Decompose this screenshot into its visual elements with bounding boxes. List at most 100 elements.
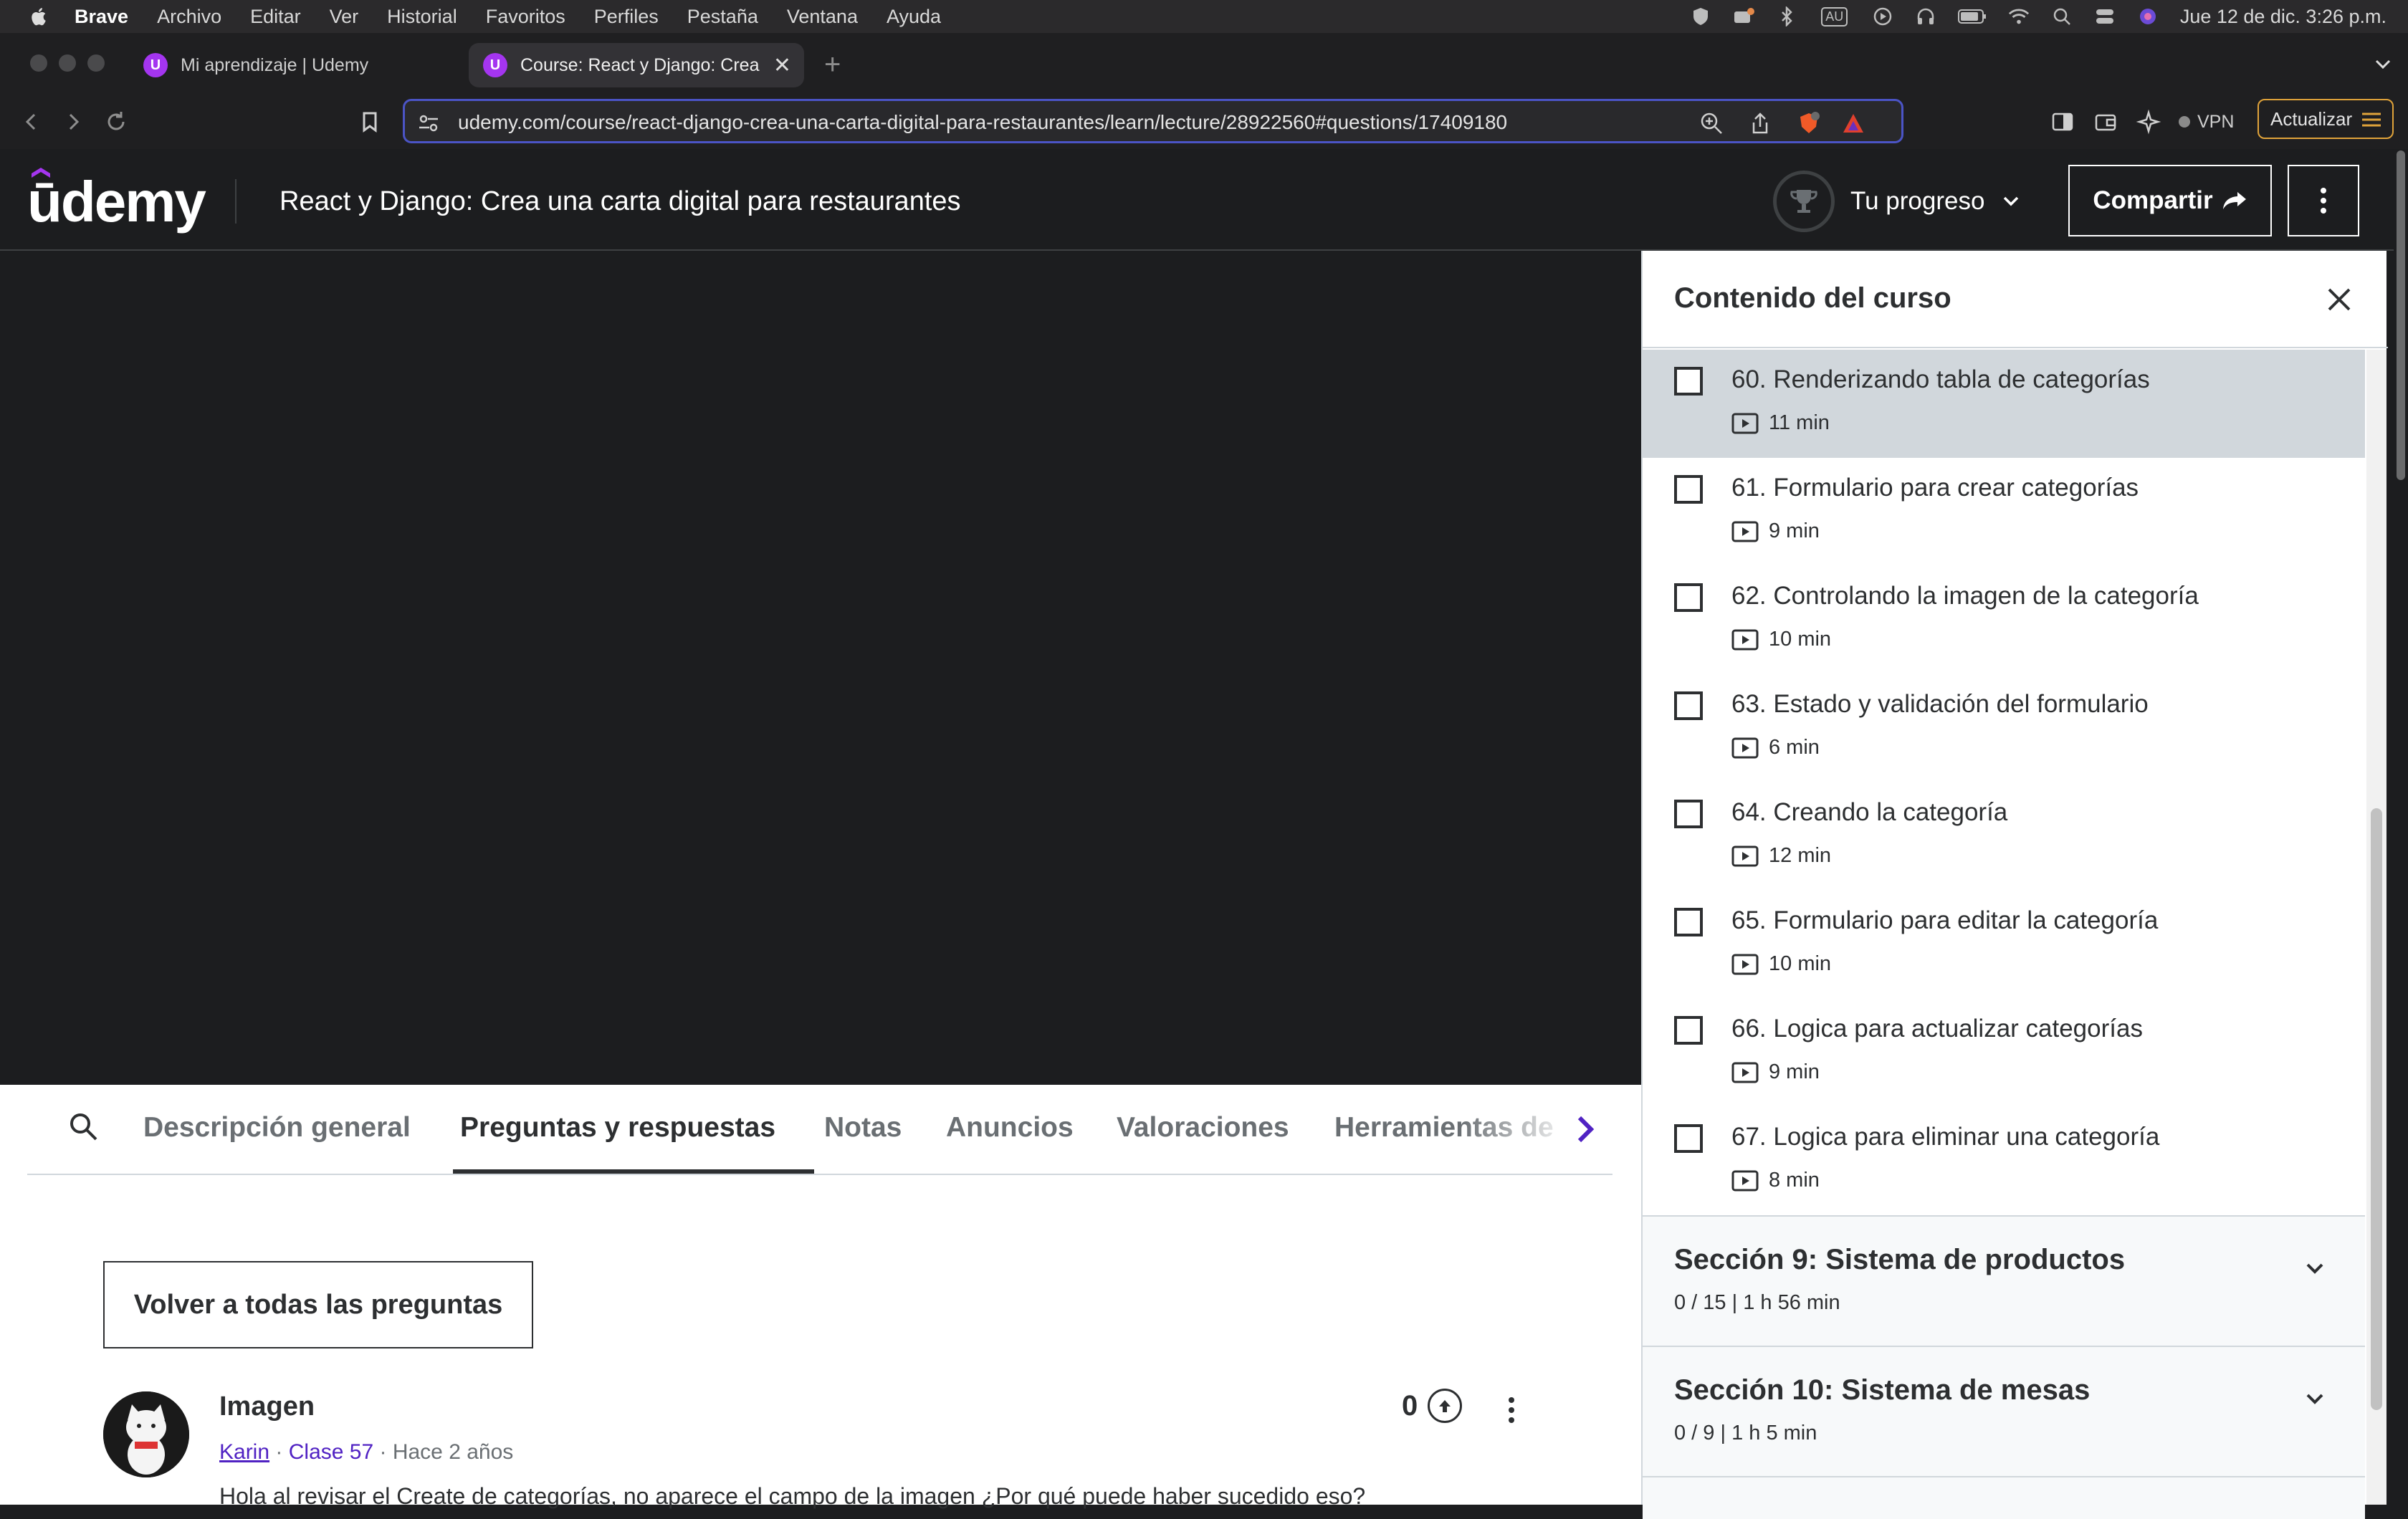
lecture-checkbox[interactable] [1674, 1016, 1703, 1045]
browser-tab-strip: U Mi aprendizaje | Udemy U Course: React… [0, 33, 2408, 95]
menu-brave[interactable]: Brave [75, 6, 128, 28]
window-minimize-button[interactable] [59, 54, 76, 72]
section-header-partial[interactable] [1643, 1476, 2365, 1519]
sidebar-scrollbar-thumb[interactable] [2371, 808, 2382, 1410]
sidebar-toggle-icon[interactable] [2048, 107, 2077, 136]
sidebar-scrollbar[interactable] [2366, 350, 2386, 1505]
menu-historial[interactable]: Historial [387, 6, 457, 28]
menu-ver[interactable]: Ver [330, 6, 359, 28]
vpn-button[interactable]: VPN [2179, 107, 2234, 136]
spotlight-search-icon[interactable] [2051, 6, 2073, 27]
window-close-button[interactable] [30, 54, 47, 72]
keyboard-layout-label: AU [1821, 6, 1848, 27]
author-link[interactable]: Karin [219, 1440, 269, 1464]
question-title[interactable]: Imagen [219, 1391, 315, 1422]
headphones-icon[interactable] [1915, 6, 1936, 27]
page-scrollbar[interactable] [2394, 150, 2408, 1505]
avatar[interactable] [103, 1391, 189, 1477]
control-center-icon[interactable] [2094, 6, 2116, 27]
menu-perfiles[interactable]: Perfiles [594, 6, 659, 28]
menubar-clock[interactable]: Jue 12 de dic. 3:26 p.m. [2180, 6, 2386, 28]
search-icon[interactable] [67, 1111, 99, 1142]
menu-pestana[interactable]: Pestaña [687, 6, 758, 28]
lecture-item[interactable]: 67. Logica para eliminar una categoría 8… [1643, 1107, 2365, 1215]
browser-tab-course[interactable]: U Course: React y Django: Crea ✕ [469, 43, 804, 87]
lecture-item[interactable]: 60. Renderizando tabla de categorías 11 … [1643, 350, 2365, 458]
tab-anuncios[interactable]: Anuncios [946, 1112, 1074, 1144]
close-tab-icon[interactable]: ✕ [773, 53, 791, 78]
bookmark-icon[interactable] [355, 107, 384, 136]
brave-shields-icon[interactable] [1797, 111, 1821, 135]
lecture-checkbox[interactable] [1674, 691, 1703, 720]
lecture-title: 63. Estado y validación del formulario [1731, 690, 2149, 718]
leo-ai-icon[interactable] [2134, 107, 2163, 136]
update-button[interactable]: Actualizar [2258, 99, 2394, 139]
close-icon[interactable] [2325, 285, 2354, 314]
bluetooth-icon[interactable] [1776, 6, 1797, 27]
share-page-icon[interactable] [1748, 111, 1772, 135]
share-button[interactable]: Compartir [2068, 165, 2272, 236]
siri-icon[interactable] [2137, 6, 2159, 27]
menu-archivo[interactable]: Archivo [157, 6, 221, 28]
lecture-checkbox[interactable] [1674, 583, 1703, 612]
media-play-icon[interactable] [1872, 6, 1893, 27]
lecture-item[interactable]: 61. Formulario para crear categorías 9 m… [1643, 458, 2365, 566]
brave-rewards-icon[interactable] [1841, 111, 1865, 135]
progress-dropdown[interactable]: Tu progreso [1773, 171, 2022, 232]
section-header-9[interactable]: Sección 9: Sistema de productos 0 / 15 |… [1643, 1215, 2365, 1346]
site-settings-icon[interactable] [416, 111, 441, 135]
more-options-button[interactable] [2288, 165, 2359, 236]
lecture-duration-text: 6 min [1769, 736, 1820, 759]
video-player[interactable] [0, 251, 1641, 1085]
lecture-checkbox[interactable] [1674, 367, 1703, 396]
tab-descripcion-general[interactable]: Descripción general [143, 1112, 411, 1144]
tab-list-chevron-icon[interactable] [2372, 53, 2394, 75]
apple-icon[interactable] [29, 6, 50, 27]
video-icon [1731, 521, 1759, 542]
back-to-all-questions-button[interactable]: Volver a todas las preguntas [103, 1261, 533, 1348]
lecture-checkbox[interactable] [1674, 908, 1703, 936]
lecture-title: 61. Formulario para crear categorías [1731, 474, 2139, 502]
lecture-checkbox[interactable] [1674, 800, 1703, 828]
browser-tab-mi-aprendizaje[interactable]: U Mi aprendizaje | Udemy [129, 43, 459, 87]
chevron-right-icon[interactable] [1570, 1113, 1601, 1145]
zoom-icon[interactable] [1699, 111, 1724, 135]
menu-editar[interactable]: Editar [250, 6, 301, 28]
upvote-button[interactable] [1428, 1389, 1463, 1423]
lecture-link[interactable]: Clase 57 [289, 1440, 373, 1464]
lecture-item[interactable]: 63. Estado y validación del formulario 6… [1643, 674, 2365, 782]
reload-icon[interactable] [102, 107, 130, 136]
tab-preguntas-y-respuestas[interactable]: Preguntas y respuestas [460, 1112, 775, 1144]
forward-arrow-icon[interactable] [59, 107, 87, 136]
battery-icon[interactable] [1957, 6, 1987, 27]
course-title[interactable]: React y Django: Crea una carta digital p… [280, 186, 961, 217]
menu-favoritos[interactable]: Favoritos [486, 6, 565, 28]
lecture-checkbox[interactable] [1674, 475, 1703, 504]
tab-valoraciones[interactable]: Valoraciones [1117, 1112, 1289, 1144]
notification-icon[interactable] [1733, 6, 1754, 27]
sidebar-title: Contenido del curso [1674, 282, 1951, 314]
new-tab-button[interactable]: + [824, 49, 841, 81]
menu-ayuda[interactable]: Ayuda [887, 6, 941, 28]
keyboard-layout-icon[interactable]: AU [1819, 6, 1850, 27]
lecture-checkbox[interactable] [1674, 1124, 1703, 1153]
video-icon [1731, 954, 1759, 974]
lecture-item[interactable]: 62. Controlando la imagen de la categorí… [1643, 566, 2365, 674]
lecture-item[interactable]: 66. Logica para actualizar categorías 9 … [1643, 999, 2365, 1107]
menu-ventana[interactable]: Ventana [787, 6, 858, 28]
wifi-icon[interactable] [2008, 6, 2030, 27]
window-zoom-button[interactable] [87, 54, 105, 72]
question-more-icon[interactable] [1499, 1394, 1524, 1426]
section-header-10[interactable]: Sección 10: Sistema de mesas 0 / 9 | 1 h… [1643, 1346, 2365, 1476]
back-arrow-icon[interactable] [17, 107, 46, 136]
page-scrollbar-thumb[interactable] [2397, 150, 2405, 480]
lecture-item[interactable]: 65. Formulario para editar la categoría … [1643, 891, 2365, 999]
shield-status-icon[interactable] [1690, 6, 1711, 27]
tab-title: Course: React y Django: Crea [520, 54, 760, 75]
tabs-fade-overlay [1461, 1085, 1575, 1174]
wallet-icon[interactable] [2091, 107, 2120, 136]
address-bar[interactable]: udemy.com/course/react-django-crea-una-c… [403, 99, 1903, 143]
tab-notas[interactable]: Notas [824, 1112, 902, 1144]
udemy-logo[interactable]: ūdemy [27, 168, 206, 234]
lecture-item[interactable]: 64. Creando la categoría 12 min [1643, 782, 2365, 891]
